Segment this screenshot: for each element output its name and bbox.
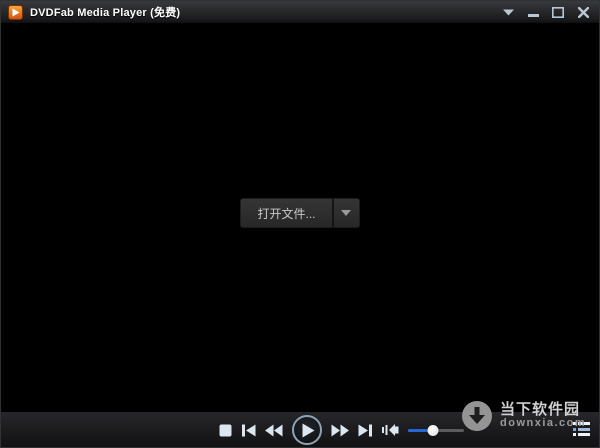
maximize-button[interactable] — [550, 5, 566, 19]
app-logo-icon — [8, 4, 23, 20]
next-track-button[interactable] — [358, 424, 372, 437]
rewind-button[interactable] — [265, 424, 283, 437]
video-area: 打开文件... — [1, 23, 599, 411]
play-icon — [299, 423, 315, 438]
open-file-label: 打开文件... — [257, 206, 316, 221]
fast-forward-button[interactable] — [331, 424, 349, 437]
minimize-button[interactable] — [525, 5, 541, 19]
app-window: DVDFab Media Player (免费) 打开文件... 当下软件园 d… — [0, 0, 600, 448]
titlebar: DVDFab Media Player (免费) — [1, 1, 599, 23]
previous-track-button[interactable] — [242, 424, 256, 437]
play-button[interactable] — [292, 415, 322, 445]
close-button[interactable] — [575, 5, 591, 19]
window-title: DVDFab Media Player (免费) — [30, 7, 181, 19]
open-file-menu-button[interactable] — [331, 198, 360, 228]
volume-button[interactable] — [382, 422, 399, 438]
volume-slider[interactable] — [408, 423, 464, 437]
open-file-split-button: 打开文件... — [240, 198, 360, 228]
stop-button[interactable] — [219, 424, 232, 437]
speaker-icon — [382, 422, 399, 438]
playlist-icon[interactable] — [573, 422, 590, 436]
volume-track — [408, 424, 464, 436]
control-bar — [1, 411, 599, 447]
window-controls — [500, 5, 593, 19]
volume-knob[interactable] — [427, 424, 439, 436]
menu-dropdown-icon[interactable] — [500, 5, 516, 19]
chevron-down-icon — [341, 210, 351, 216]
open-file-button[interactable]: 打开文件... — [240, 198, 332, 228]
transport-controls — [219, 412, 464, 448]
